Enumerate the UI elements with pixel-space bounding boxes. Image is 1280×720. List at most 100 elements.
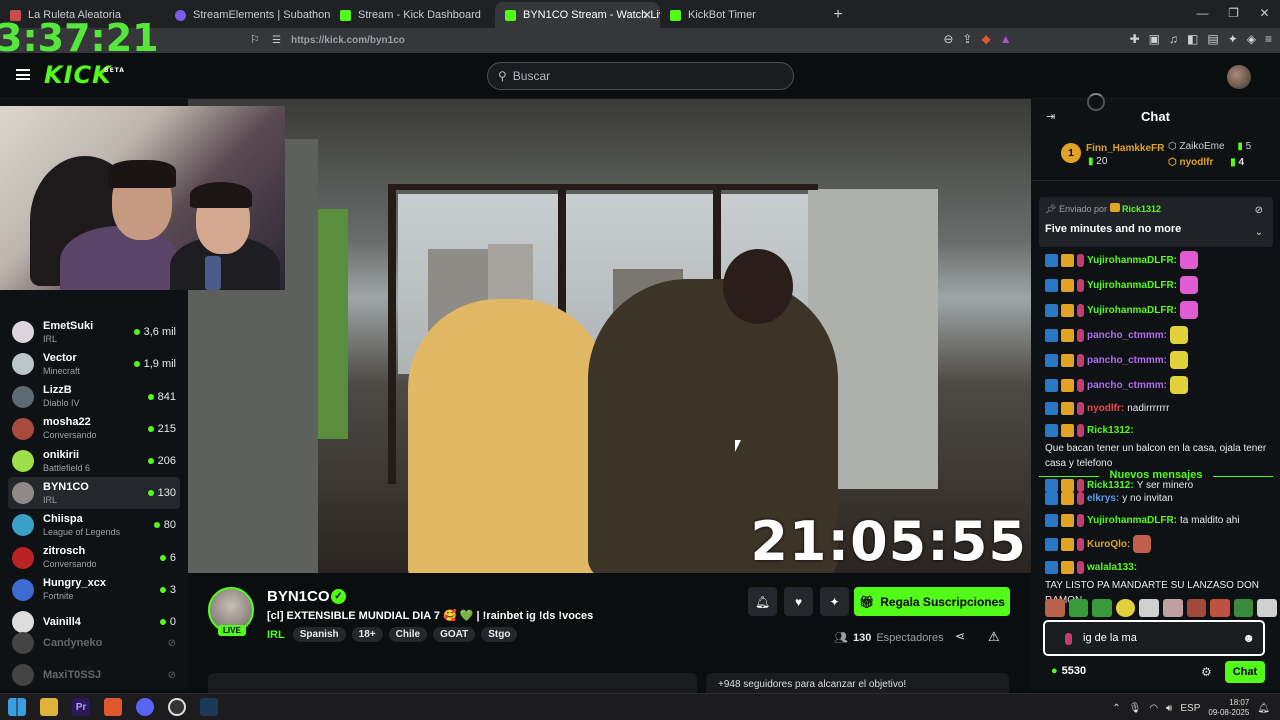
browser-tab[interactable]: StreamElements | Subathon Countdo [165, 2, 330, 28]
system-clock[interactable]: 18:07 09-08-2025 [1208, 698, 1249, 718]
tag-chip[interactable]: Chile [388, 627, 428, 642]
chat-username[interactable]: pancho_ctmmm: [1087, 378, 1167, 393]
file-explorer-icon[interactable] [40, 698, 58, 716]
chat-username[interactable]: walala133: [1087, 560, 1137, 575]
volume-icon[interactable]: 🔊︎ [1166, 703, 1172, 714]
sidebar-channel[interactable]: EmetSuki IRL 3,6 mil [8, 316, 180, 348]
emote-icon[interactable] [1139, 599, 1159, 617]
emote-icon[interactable] [1210, 599, 1230, 617]
chat-message-input[interactable]: ig de la ma ☻ [1043, 620, 1265, 656]
leader-name[interactable]: Finn_HamkkeFR [1086, 143, 1164, 154]
report-warning-icon[interactable]: ⚠ [988, 629, 1000, 645]
hide-pin-icon[interactable]: ⊘ [1255, 205, 1263, 216]
chat-username[interactable]: YujirohanmaDLFR: [1087, 253, 1177, 268]
search-input[interactable]: ⚲ Buscar [487, 62, 794, 90]
chat-username[interactable]: pancho_ctmmm: [1087, 353, 1167, 368]
premiere-icon[interactable]: Pr [72, 698, 90, 716]
wallet-icon[interactable]: ▤ [1207, 32, 1218, 46]
chat-username[interactable]: KuroQlo: [1087, 537, 1130, 552]
wifi-icon[interactable]: ◠ [1149, 703, 1158, 714]
leo-icon[interactable]: ✦ [1228, 32, 1238, 46]
chat-username[interactable]: Rick1312: [1087, 423, 1134, 438]
emote-icon[interactable] [1257, 599, 1277, 617]
chat-username[interactable]: YujirohanmaDLFR: [1087, 303, 1177, 318]
collapse-chat-icon[interactable]: ⇥ [1046, 110, 1055, 123]
emote-icon[interactable] [1045, 599, 1065, 617]
video-player[interactable]: 21:05:55 [188, 99, 1031, 573]
rewards-icon[interactable]: ▲ [1000, 32, 1012, 46]
send-chat-button[interactable]: Chat [1225, 661, 1265, 683]
emote-icon[interactable] [1068, 599, 1089, 617]
follow-heart-button[interactable]: ♥ [784, 587, 813, 616]
brave-shield-icon[interactable]: ◆ [981, 32, 990, 46]
sidebar-channel[interactable]: Hungry_xcx Fortnite 3 [8, 574, 180, 606]
site-info-icon[interactable]: ☰ [272, 35, 281, 46]
zoom-icon[interactable]: ⊖ [943, 32, 953, 46]
share-icon[interactable]: ⇪ [962, 32, 972, 46]
sidebar-channel-offline[interactable]: Candyneko ⊘ [8, 627, 180, 659]
sidebar-channel[interactable]: onikirii Battlefield 6 206 [8, 445, 180, 477]
emote-icon[interactable] [1233, 599, 1254, 617]
chat-username[interactable]: YujirohanmaDLFR: [1087, 513, 1177, 528]
new-tab-button[interactable]: + [825, 2, 851, 28]
tab-close-icon[interactable]: ✕ [642, 8, 652, 22]
screenshot-icon[interactable]: ▣ [1149, 32, 1160, 46]
tag-chip[interactable]: Spanish [292, 627, 346, 642]
microphone-icon[interactable]: 🎙︎ [1129, 703, 1142, 714]
maximize-icon[interactable]: ❐ [1218, 0, 1249, 26]
emote-icon[interactable] [1115, 599, 1136, 617]
leader-second[interactable]: ⬡ ZaikoEme ▮ 5 [1168, 141, 1251, 152]
emote-icon[interactable] [1186, 599, 1207, 617]
bookmark-icon[interactable]: ⚐ [250, 33, 260, 46]
sidebar-channel[interactable]: zitrosch Conversando 6 [8, 542, 180, 574]
browser-tab[interactable]: Stream - Kick Dashboard [330, 2, 495, 28]
obs-icon[interactable] [168, 698, 186, 716]
emote-icon[interactable] [1092, 599, 1112, 617]
emoji-picker-icon[interactable]: ☻ [1242, 631, 1255, 645]
notification-bell-button[interactable]: 🔔︎ [748, 587, 777, 616]
language-indicator[interactable]: ESP [1180, 703, 1200, 714]
pinned-message[interactable]: 📌︎ Enviado por Rick1312 Five minutes and… [1039, 197, 1273, 247]
channel-name[interactable]: BYN1CO [267, 588, 330, 605]
tag-chip[interactable]: 18+ [351, 627, 383, 642]
sidebar-channel[interactable]: Vector Minecraft 1,9 mil [8, 348, 180, 380]
chat-username[interactable]: elkrys: [1087, 491, 1119, 506]
chat-username[interactable]: nyodlfr: [1087, 401, 1124, 416]
sidebar-channel[interactable]: BYN1CO IRL 130 [8, 477, 180, 510]
sidebar-channel[interactable]: Chiispa League of Legends 80 [8, 509, 180, 541]
browser-menu-icon[interactable]: ≡ [1265, 32, 1272, 46]
notifications-icon[interactable]: 🔔︎ [1257, 703, 1270, 714]
user-avatar[interactable] [1227, 65, 1251, 89]
share-stream-icon[interactable]: ⋖ [955, 629, 965, 643]
tray-chevron-icon[interactable]: ⌃ [1112, 703, 1120, 714]
sidebar-channel[interactable]: LizzB Diablo IV 841 [8, 381, 180, 413]
tag-chip[interactable]: GOAT [433, 627, 476, 642]
sparkle-button[interactable]: ✦ [820, 587, 849, 616]
music-icon[interactable]: ♫ [1169, 32, 1178, 46]
new-messages-divider[interactable]: Nuevos mensajes [1039, 469, 1273, 481]
extensions-icon[interactable]: ✚ [1130, 32, 1140, 46]
url-field[interactable]: ☰ https://kick.com/byn1co [272, 31, 992, 50]
sidebar-channel[interactable]: mosha22 Conversando 215 [8, 413, 180, 445]
close-window-icon[interactable]: ✕ [1249, 0, 1280, 26]
chat-username[interactable]: YujirohanmaDLFR: [1087, 278, 1177, 293]
discord-icon[interactable] [136, 698, 154, 716]
leader-third[interactable]: ⬡ nyodlfr ▮ 4 [1168, 157, 1244, 168]
vpn-icon[interactable]: ◈ [1247, 32, 1256, 46]
steam-icon[interactable] [200, 698, 218, 716]
tag-chip[interactable]: Stgo [481, 627, 518, 642]
brave-browser-icon[interactable] [104, 698, 122, 716]
expand-pin-icon[interactable]: ⌄ [1255, 227, 1263, 238]
emote-icon[interactable] [1162, 599, 1183, 617]
windows-start-icon[interactable] [8, 698, 26, 716]
minimize-icon[interactable]: — [1187, 0, 1218, 26]
kick-logo[interactable]: KICK BETA [44, 61, 124, 89]
gift-subscriptions-button[interactable]: 🎁︎ Regala Suscripciones [854, 587, 1010, 616]
sidebar-toggle-icon[interactable]: ◧ [1187, 32, 1198, 46]
category-link[interactable]: IRL [267, 629, 285, 641]
chat-settings-gear-icon[interactable]: ⚙ [1201, 665, 1212, 679]
browser-tab[interactable]: KickBot Timer [660, 2, 825, 28]
sidebar-channel-offline[interactable]: MaxiT0SSJ ⊘ [8, 659, 180, 691]
hamburger-menu-icon[interactable] [16, 69, 30, 80]
browser-tab-active[interactable]: BYN1CO Stream - Watch Live ✕ [495, 2, 660, 28]
